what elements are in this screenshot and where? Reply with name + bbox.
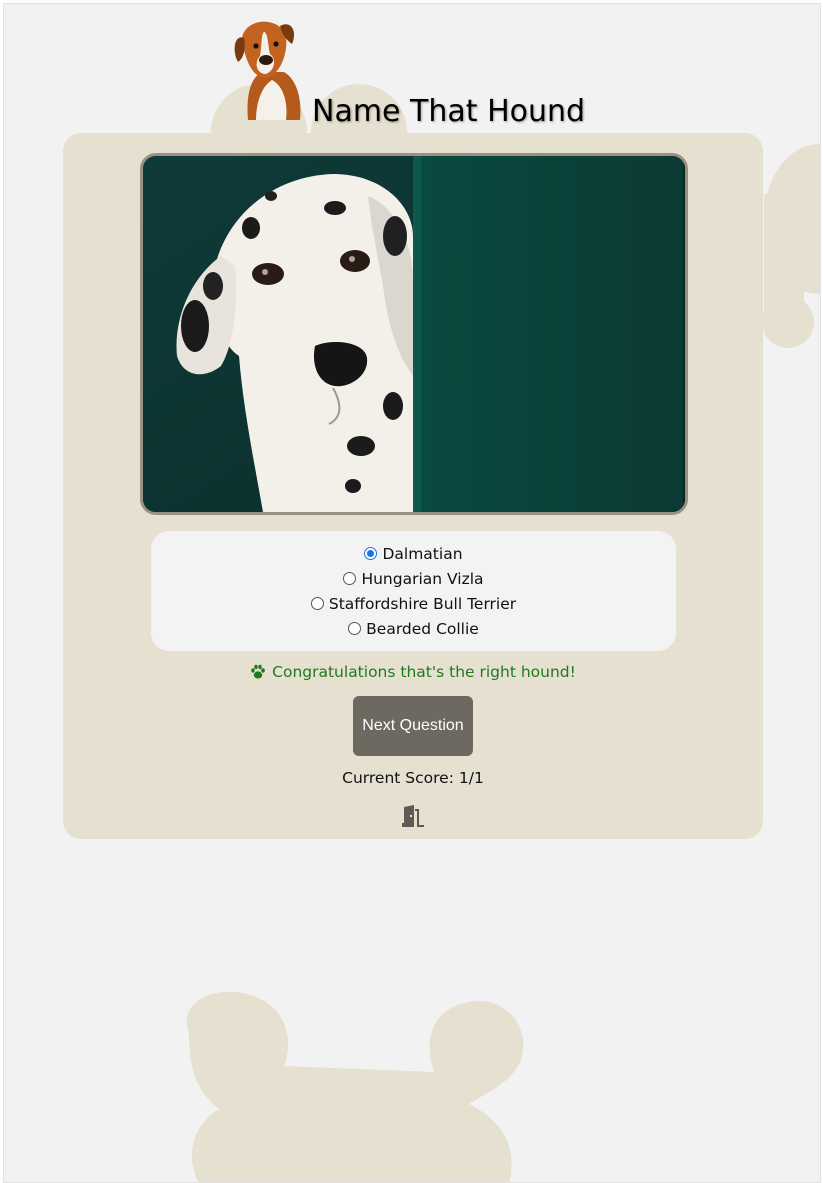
header: Name That Hound xyxy=(224,14,624,132)
answer-options: Dalmatian Hungarian Vizla Staffordshire … xyxy=(151,531,676,651)
boxer-dog-logo xyxy=(234,21,301,120)
current-score: Current Score: 1/1 xyxy=(63,769,763,787)
dalmatian-image xyxy=(143,156,685,512)
score-value: 1/1 xyxy=(458,769,484,787)
radio-bearded-collie[interactable] xyxy=(348,622,362,635)
score-label: Current Score: xyxy=(342,769,454,787)
answer-option-bearded-collie[interactable]: Bearded Collie xyxy=(348,618,479,640)
radio-staffordshire-bull-terrier[interactable] xyxy=(310,597,324,610)
feedback-message: Congratulations that's the right hound! xyxy=(63,663,763,681)
answer-option-hungarian-vizla[interactable]: Hungarian Vizla xyxy=(343,568,484,590)
answer-option-staffordshire-bull-terrier[interactable]: Staffordshire Bull Terrier xyxy=(310,593,517,615)
feedback-text: Congratulations that's the right hound! xyxy=(272,663,576,681)
bone-right-decoration xyxy=(762,144,820,348)
page-title: Name That Hound xyxy=(312,94,586,129)
radio-hungarian-vizla[interactable] xyxy=(343,572,357,585)
answer-option-dalmatian[interactable]: Dalmatian xyxy=(364,543,463,565)
dog-photo xyxy=(140,153,688,515)
radio-dalmatian[interactable] xyxy=(364,547,378,560)
door-exit-icon[interactable] xyxy=(400,803,426,829)
answer-label: Dalmatian xyxy=(382,544,463,563)
answer-label: Bearded Collie xyxy=(366,619,479,638)
answer-label: Staffordshire Bull Terrier xyxy=(328,594,517,613)
page: Name That Hound Dalmatian Hungarian Vizl… xyxy=(3,3,821,1183)
next-question-button[interactable]: Next Question xyxy=(353,696,473,756)
quiz-card: Dalmatian Hungarian Vizla Staffordshire … xyxy=(63,133,763,839)
answer-label: Hungarian Vizla xyxy=(361,569,484,588)
bone-bottom-decoration xyxy=(186,991,524,1182)
paw-icon xyxy=(251,664,265,679)
